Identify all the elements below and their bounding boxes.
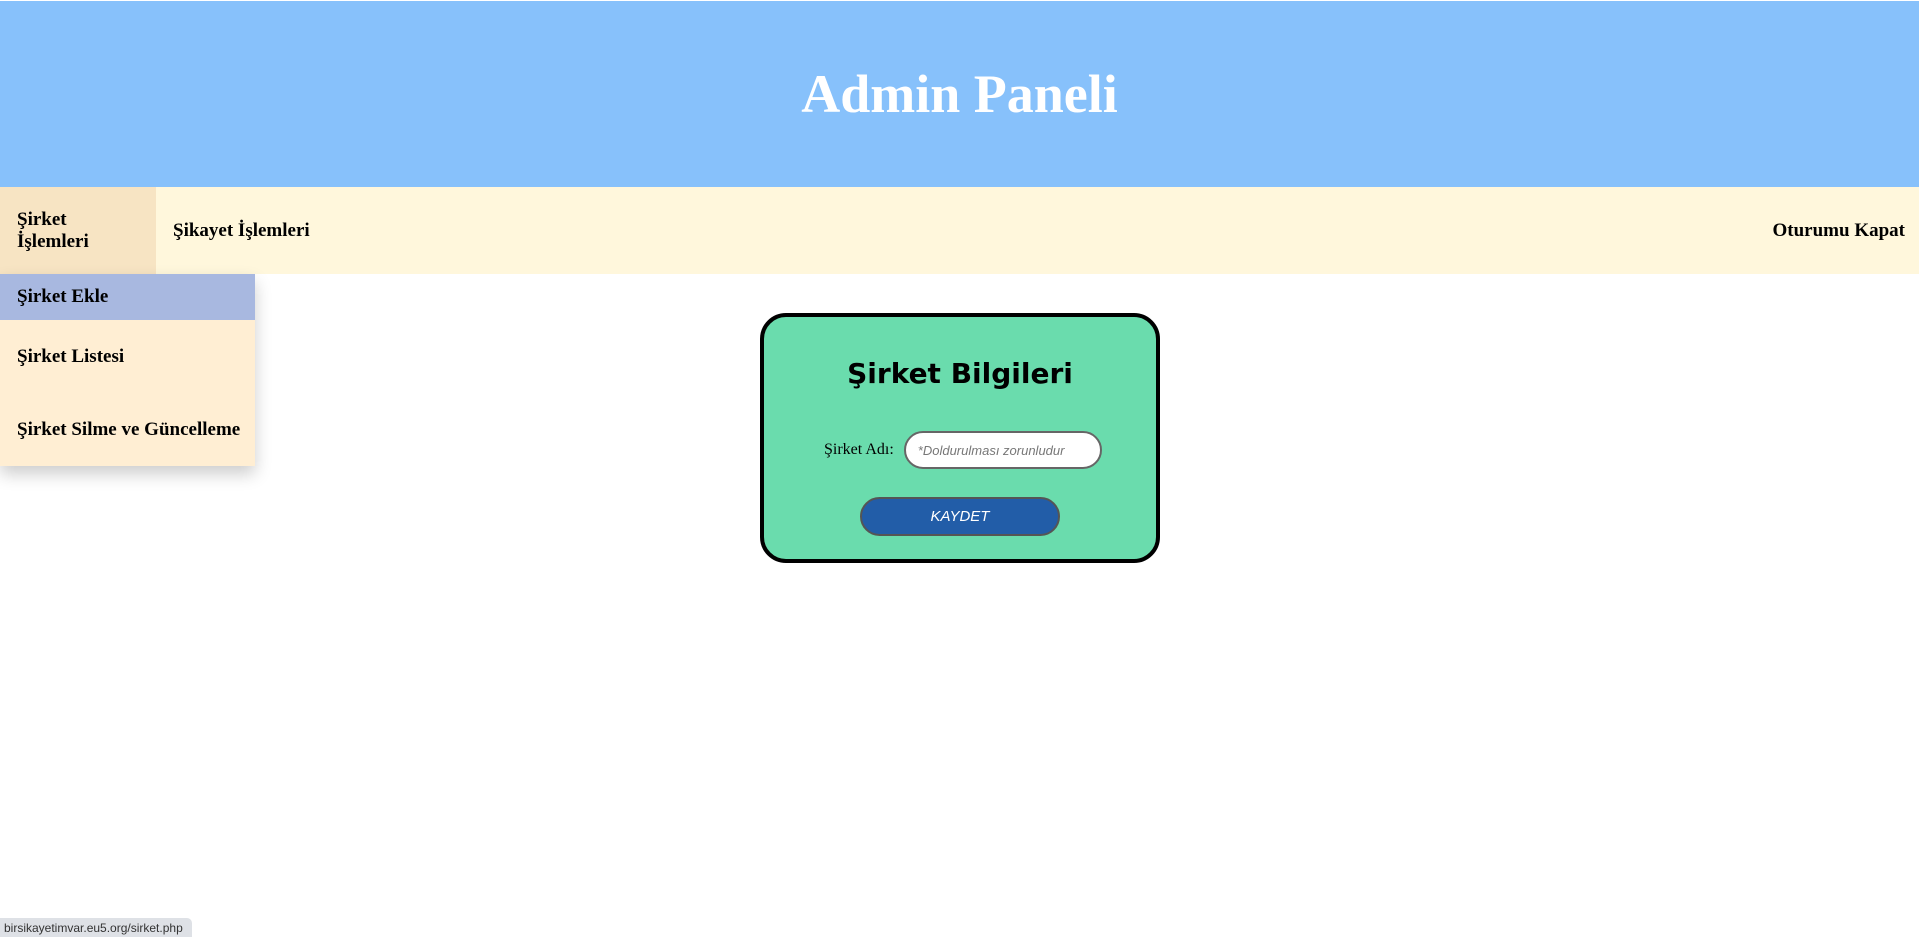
company-name-label: Şirket Adı: <box>824 441 894 458</box>
status-bar-url: birsikayetimvar.eu5.org/sirket.php <box>0 918 192 937</box>
company-form-card: Şirket Bilgileri Şirket Adı: KAYDET <box>760 313 1160 563</box>
nav-item-sikayet-islemleri[interactable]: Şikayet İşlemleri <box>156 187 327 274</box>
dropdown-item-sirket-silme-guncelleme[interactable]: Şirket Silme ve Güncelleme <box>0 393 255 466</box>
logout-link[interactable]: Oturumu Kapat <box>1756 187 1919 274</box>
page-header: Admin Paneli <box>0 1 1919 187</box>
dropdown-item-sirket-listesi[interactable]: Şirket Listesi <box>0 320 255 393</box>
page-title: Admin Paneli <box>801 64 1118 124</box>
dropdown-menu: Şirket Ekle Şirket Listesi Şirket Silme … <box>0 274 255 466</box>
form-title: Şirket Bilgileri <box>847 357 1073 390</box>
company-name-input[interactable] <box>903 431 1102 469</box>
save-button[interactable]: KAYDET <box>860 497 1060 536</box>
nav-bar: Şirket İşlemleri Şikayet İşlemleri Oturu… <box>0 187 1919 274</box>
nav-item-sirket-islemleri[interactable]: Şirket İşlemleri <box>0 187 156 274</box>
dropdown-item-sirket-ekle[interactable]: Şirket Ekle <box>0 274 255 320</box>
